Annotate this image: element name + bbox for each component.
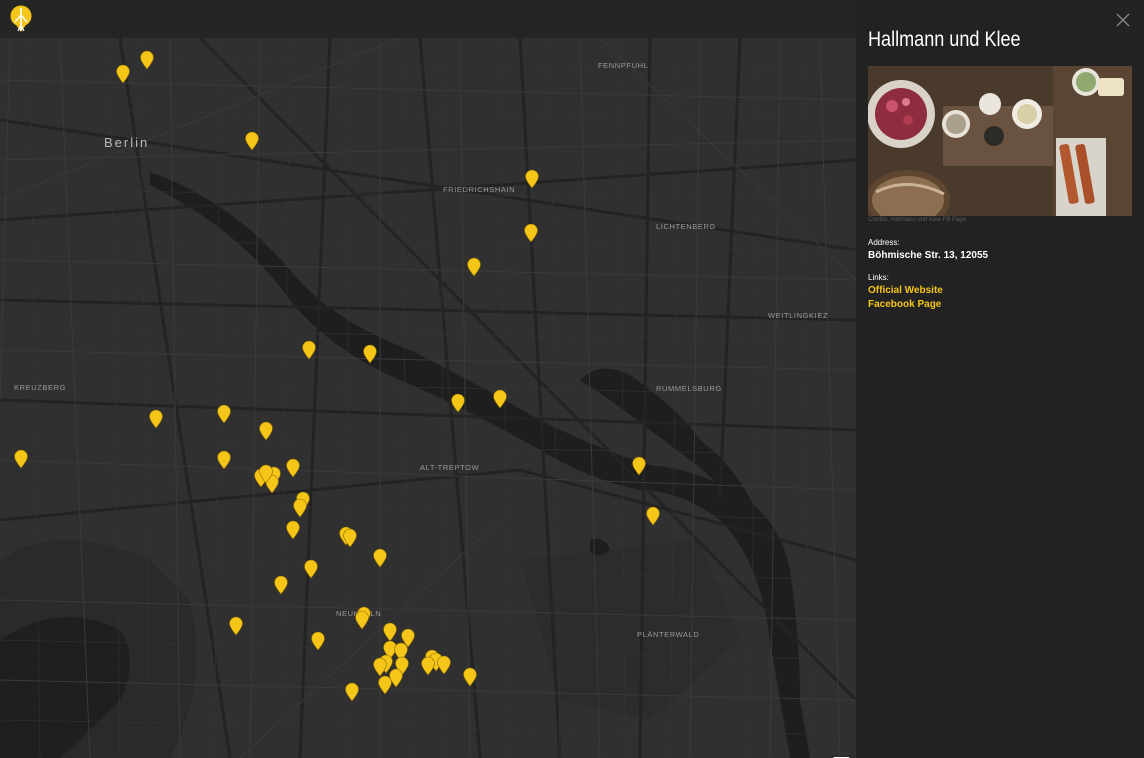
map-marker-icon[interactable] (285, 458, 301, 478)
district-label: FENNPFUHL (598, 61, 649, 70)
map-marker-icon[interactable] (523, 223, 539, 243)
district-label: ALT-TREPTOW (420, 463, 480, 472)
district-label: WEITLINGKIEZ (768, 311, 829, 320)
map-marker-icon[interactable] (645, 506, 661, 526)
district-label: FRIEDRICHSHAIN (443, 185, 516, 194)
map-marker-icon[interactable] (354, 610, 370, 630)
photo-credit: Credits: Hallmann und Klee FB Page (868, 217, 967, 223)
links-label: Links: (868, 273, 889, 282)
map-marker-icon[interactable] (420, 656, 436, 676)
place-title: Hallmann und Klee (868, 28, 1021, 51)
map-marker-icon[interactable] (372, 548, 388, 568)
map-marker-icon[interactable] (382, 622, 398, 642)
map-marker-icon[interactable] (244, 131, 260, 151)
district-label: PLÄNTERWALD (637, 630, 700, 639)
map-marker-icon[interactable] (462, 667, 478, 687)
map-marker-icon[interactable] (344, 682, 360, 702)
map-marker-icon[interactable] (258, 464, 274, 484)
close-icon[interactable] (1115, 12, 1131, 28)
facebook-page-link[interactable]: Facebook Page (868, 299, 941, 310)
map-marker-icon[interactable] (388, 668, 404, 688)
map-marker-icon[interactable] (362, 344, 378, 364)
top-bar (0, 0, 856, 38)
district-label: LICHTENBERG (656, 222, 716, 231)
map-canvas[interactable]: Berlin FENNPFUHL FRIEDRICHSHAIN LICHTENB… (0, 38, 856, 758)
map-marker-icon[interactable] (115, 64, 131, 84)
map-marker-icon[interactable] (400, 628, 416, 648)
map-marker-icon[interactable] (310, 631, 326, 651)
map-marker-icon[interactable] (436, 655, 452, 675)
map-marker-icon[interactable] (466, 257, 482, 277)
map-marker-icon[interactable] (292, 498, 308, 518)
place-photo (868, 66, 1132, 216)
map-marker-icon[interactable] (13, 449, 29, 469)
address-value: Böhmische Str. 13, 12055 (868, 250, 989, 261)
district-label: RUMMELSBURG (656, 384, 722, 393)
map-marker-icon[interactable] (273, 575, 289, 595)
map-marker-icon[interactable] (139, 50, 155, 70)
city-label-berlin: Berlin (104, 135, 150, 150)
pin-logo-icon[interactable] (9, 5, 33, 33)
map-marker-icon[interactable] (342, 528, 358, 548)
map-marker-icon[interactable] (148, 409, 164, 429)
district-label: KREUZBERG (14, 383, 67, 392)
address-label: Address: (868, 238, 900, 247)
map-marker-icon[interactable] (216, 404, 232, 424)
official-website-link[interactable]: Official Website (868, 285, 943, 296)
map-marker-icon[interactable] (285, 520, 301, 540)
map-marker-icon[interactable] (301, 340, 317, 360)
map-marker-icon[interactable] (450, 393, 466, 413)
map-marker-icon[interactable] (631, 456, 647, 476)
map-marker-icon[interactable] (372, 657, 388, 677)
map-marker-icon[interactable] (492, 389, 508, 409)
map-marker-icon[interactable] (228, 616, 244, 636)
map-marker-icon[interactable] (303, 559, 319, 579)
map-marker-icon[interactable] (216, 450, 232, 470)
map-marker-icon[interactable] (258, 421, 274, 441)
map-marker-icon[interactable] (524, 169, 540, 189)
